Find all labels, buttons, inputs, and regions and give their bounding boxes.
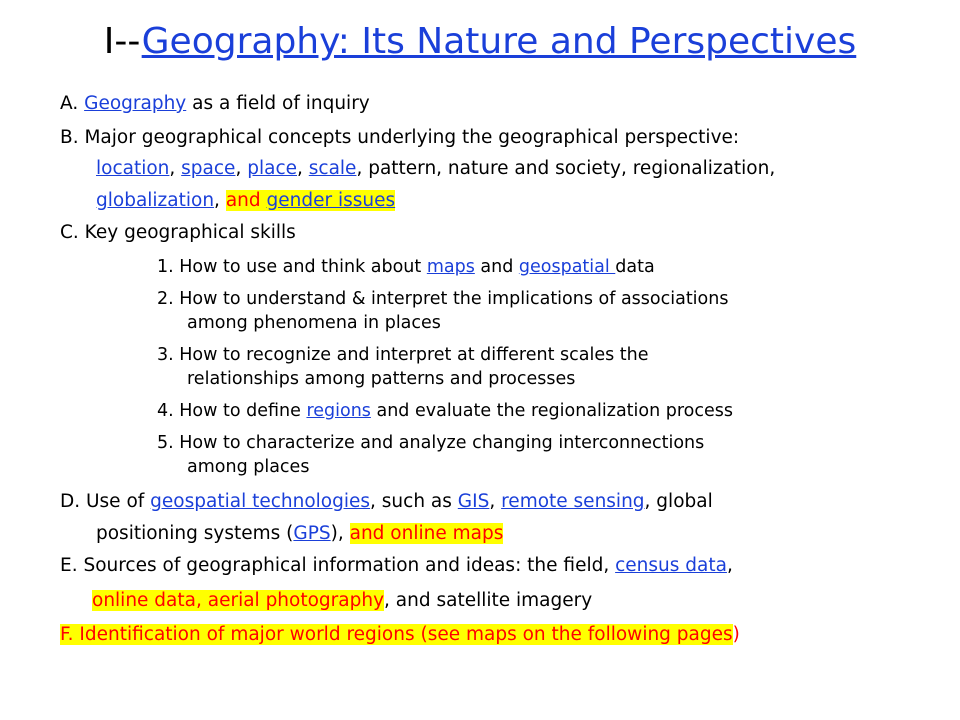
remote-sensing-link[interactable]: remote sensing: [501, 491, 644, 512]
item-a: A. Geography as a field of inquiry: [60, 92, 370, 116]
and-text: and: [225, 190, 267, 211]
skill-3-line1: 3. How to recognize and interpret at dif…: [157, 345, 649, 365]
gender-highlight: and gender issues: [225, 190, 396, 211]
item-d-line1: D. Use of geospatial technologies, such …: [60, 490, 713, 514]
geography-link[interactable]: Geography: [84, 93, 186, 114]
gender-issues-link[interactable]: gender issues: [267, 190, 396, 211]
item-e-line2-post: , and satellite imagery: [384, 590, 593, 611]
skill-4: 4. How to define regions and evaluate th…: [157, 400, 733, 422]
sep: ,: [489, 491, 502, 512]
sep: ,: [235, 158, 248, 179]
skill-3-line2: relationships among patterns and process…: [187, 369, 576, 389]
item-e-post: ,: [726, 555, 733, 576]
skill-4-post: and evaluate the regionalization process: [370, 401, 734, 421]
item-f-highlight: F. Identification of major world regions…: [60, 624, 733, 645]
title-link[interactable]: Geography: Its Nature and Perspectives: [142, 21, 857, 62]
sep: ,: [214, 190, 226, 211]
skill-2-line2: among phenomena in places: [187, 313, 441, 333]
skill-2-line1: 2. How to understand & interpret the imp…: [157, 289, 729, 309]
item-d-line2-pre: positioning systems (: [96, 523, 294, 544]
online-data-highlight: online data, aerial photography: [92, 590, 385, 611]
skill-5-line1: 5. How to characterize and analyze chang…: [157, 433, 705, 453]
geospatial-link[interactable]: geospatial: [519, 257, 615, 277]
geospatial-technologies-link[interactable]: geospatial technologies: [150, 491, 370, 512]
item-a-marker: A.: [60, 93, 79, 114]
item-d-post: , global: [644, 491, 713, 512]
item-d-line2: positioning systems (GPS), and online ma…: [96, 522, 504, 546]
item-c-heading: C. Key geographical skills: [60, 222, 296, 243]
skill-5-line2: among places: [187, 457, 310, 477]
item-d-mid: , such as: [370, 491, 458, 512]
gps-link[interactable]: GPS: [293, 523, 330, 544]
item-d-pre: D. Use of: [60, 491, 151, 512]
skill-1-post: data: [615, 257, 655, 277]
location-link[interactable]: location: [96, 158, 169, 179]
sep: ,: [297, 158, 309, 179]
skill-1: 1. How to use and think about maps and g…: [157, 256, 655, 278]
item-b-line1: B. Major geographical concepts underlyin…: [60, 127, 740, 148]
item-b-line2: location, space, place, scale, pattern, …: [96, 157, 775, 181]
item-e-line2: online data, aerial photography, and sat…: [88, 588, 592, 614]
maps-link[interactable]: maps: [427, 257, 475, 277]
place-link[interactable]: place: [247, 158, 297, 179]
space-link[interactable]: space: [181, 158, 235, 179]
globalization-link[interactable]: globalization: [96, 190, 214, 211]
online-maps-highlight: and online maps: [349, 523, 504, 544]
item-f-close: ): [732, 624, 740, 645]
slide: I--Geography: Its Nature and Perspective…: [0, 0, 960, 720]
item-b-rest: , pattern, nature and society, regionali…: [356, 158, 776, 179]
skill-1-text: 1. How to use and think about: [157, 257, 427, 277]
skill-1-and: and: [474, 257, 519, 277]
item-f: F. Identification of major world regions…: [46, 620, 742, 650]
item-b-line3: globalization, and gender issues: [96, 189, 396, 213]
item-a-text: as a field of inquiry: [192, 93, 370, 114]
scale-link[interactable]: scale: [309, 158, 357, 179]
item-e-line1: E. Sources of geographical information a…: [60, 554, 733, 578]
title-prefix: I--: [103, 21, 142, 62]
page-title: I--Geography: Its Nature and Perspective…: [0, 16, 960, 68]
census-data-link[interactable]: census data: [615, 555, 727, 576]
sep: ,: [169, 158, 182, 179]
regions-link[interactable]: regions: [306, 401, 370, 421]
skill-4-pre: 4. How to define: [157, 401, 307, 421]
gis-link[interactable]: GIS: [458, 491, 490, 512]
item-e-pre: E. Sources of geographical information a…: [60, 555, 616, 576]
item-d-line2-post: ),: [330, 523, 350, 544]
